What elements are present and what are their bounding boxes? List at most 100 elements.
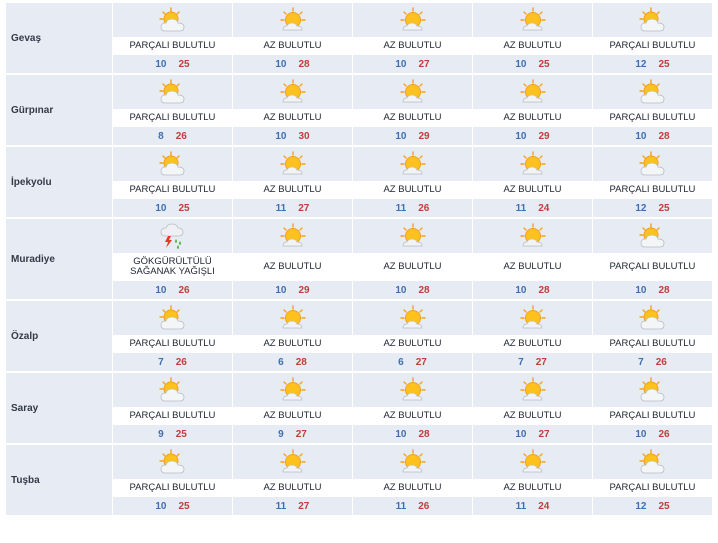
weather-description: AZ BULUTLU: [353, 335, 472, 353]
mostly-sunny-icon: [233, 301, 352, 335]
partly-cloudy-icon: [593, 373, 712, 407]
forecast-table: Gevaş PARÇALI BULUTLU 10 25 AZ BULUTLU 10 28 AZ…: [6, 3, 712, 517]
min-temperature: 12: [635, 500, 647, 512]
city-name[interactable]: Tuşba: [6, 445, 112, 517]
temperature-range: 7 26: [113, 353, 232, 371]
min-temperature: 7: [638, 356, 644, 368]
forecast-day-cell: PARÇALI BULUTLU 8 26: [112, 75, 232, 147]
city-name[interactable]: Gevaş: [6, 3, 112, 75]
city-name[interactable]: Saray: [6, 373, 112, 445]
weather-description: AZ BULUTLU: [233, 181, 352, 199]
forecast-day-cell: AZ BULUTLU 10 27: [352, 3, 472, 75]
max-temperature: 25: [178, 202, 190, 214]
mostly-sunny-icon: [233, 219, 352, 253]
temperature-range: 6 28: [233, 353, 352, 371]
weather-description: PARÇALI BULUTLU: [113, 407, 232, 425]
min-temperature: 12: [635, 202, 647, 214]
temperature-range: 10 30: [233, 127, 352, 145]
max-temperature: 27: [535, 356, 547, 368]
weather-description: AZ BULUTLU: [473, 37, 592, 55]
forecast-day-cell: AZ BULUTLU 11 24: [472, 147, 592, 219]
mostly-sunny-icon: [473, 3, 592, 37]
temperature-range: 9 27: [233, 425, 352, 443]
mostly-sunny-icon: [473, 445, 592, 479]
mostly-sunny-icon: [233, 445, 352, 479]
forecast-day-cell: AZ BULUTLU 11 26: [352, 445, 472, 517]
min-temperature: 11: [515, 202, 527, 214]
partly-cloudy-icon: [593, 219, 712, 253]
partly-cloudy-icon: [593, 301, 712, 335]
partly-cloudy-icon: [113, 373, 232, 407]
max-temperature: 25: [178, 58, 190, 70]
max-temperature: 28: [658, 284, 670, 296]
temperature-range: 10 27: [353, 55, 472, 73]
temperature-range: 10 25: [113, 497, 232, 515]
forecast-day-cell: PARÇALI BULUTLU 12 25: [592, 147, 712, 219]
max-temperature: 29: [298, 284, 310, 296]
city-name[interactable]: Özalp: [6, 301, 112, 373]
min-temperature: 10: [635, 284, 647, 296]
forecast-day-cell: AZ BULUTLU 10 30: [232, 75, 352, 147]
mostly-sunny-icon: [353, 75, 472, 109]
min-temperature: 10: [515, 284, 527, 296]
temperature-range: 10 28: [353, 425, 472, 443]
forecast-day-cell: PARÇALI BULUTLU 12 25: [592, 3, 712, 75]
temperature-range: 10 25: [113, 55, 232, 73]
temperature-range: 10 26: [113, 281, 232, 299]
forecast-day-cell: AZ BULUTLU 10 28: [232, 3, 352, 75]
weather-description: PARÇALI BULUTLU: [593, 253, 712, 281]
partly-cloudy-icon: [113, 147, 232, 181]
weather-description: AZ BULUTLU: [353, 181, 472, 199]
temperature-range: 10 26: [593, 425, 712, 443]
forecast-day-cell: PARÇALI BULUTLU 10 25: [112, 147, 232, 219]
max-temperature: 25: [178, 500, 190, 512]
temperature-range: 10 28: [593, 127, 712, 145]
temperature-range: 11 24: [473, 497, 592, 515]
weather-description: AZ BULUTLU: [353, 253, 472, 281]
max-temperature: 26: [175, 130, 187, 142]
min-temperature: 6: [278, 356, 284, 368]
weather-description: AZ BULUTLU: [473, 109, 592, 127]
forecast-day-cell: PARÇALI BULUTLU 10 25: [112, 445, 232, 517]
weather-description: AZ BULUTLU: [353, 407, 472, 425]
temperature-range: 11 27: [233, 199, 352, 217]
max-temperature: 26: [418, 500, 430, 512]
forecast-day-cell: PARÇALI BULUTLU 10 26: [592, 373, 712, 445]
min-temperature: 10: [515, 130, 527, 142]
weather-description: PARÇALI BULUTLU: [593, 109, 712, 127]
min-temperature: 9: [158, 428, 164, 440]
temperature-range: 7 27: [473, 353, 592, 371]
mostly-sunny-icon: [473, 219, 592, 253]
partly-cloudy-icon: [113, 3, 232, 37]
city-name[interactable]: Muradiye: [6, 219, 112, 301]
weather-description: AZ BULUTLU: [473, 253, 592, 281]
min-temperature: 9: [278, 428, 284, 440]
forecast-day-cell: GÖKGÜRÜLTÜLÜ SAĞANAK YAĞIŞLI 10 26: [112, 219, 232, 301]
min-temperature: 10: [275, 58, 287, 70]
min-temperature: 11: [395, 202, 407, 214]
mostly-sunny-icon: [353, 301, 472, 335]
weather-description: GÖKGÜRÜLTÜLÜ SAĞANAK YAĞIŞLI: [113, 253, 232, 281]
city-name[interactable]: İpekyolu: [6, 147, 112, 219]
max-temperature: 27: [295, 428, 307, 440]
temperature-range: 6 27: [353, 353, 472, 371]
forecast-day-cell: AZ BULUTLU 10 29: [352, 75, 472, 147]
mostly-sunny-icon: [233, 3, 352, 37]
max-temperature: 25: [658, 500, 670, 512]
weather-description: AZ BULUTLU: [233, 479, 352, 497]
forecast-day-cell: AZ BULUTLU 7 27: [472, 301, 592, 373]
weather-description: AZ BULUTLU: [233, 37, 352, 55]
min-temperature: 10: [395, 428, 407, 440]
temperature-range: 12 25: [593, 199, 712, 217]
max-temperature: 24: [538, 500, 550, 512]
partly-cloudy-icon: [593, 445, 712, 479]
max-temperature: 27: [298, 500, 310, 512]
min-temperature: 7: [158, 356, 164, 368]
max-temperature: 29: [538, 130, 550, 142]
max-temperature: 27: [418, 58, 430, 70]
max-temperature: 26: [178, 284, 190, 296]
city-name[interactable]: Gürpınar: [6, 75, 112, 147]
mostly-sunny-icon: [233, 147, 352, 181]
temperature-range: 8 26: [113, 127, 232, 145]
temperature-range: 10 27: [473, 425, 592, 443]
